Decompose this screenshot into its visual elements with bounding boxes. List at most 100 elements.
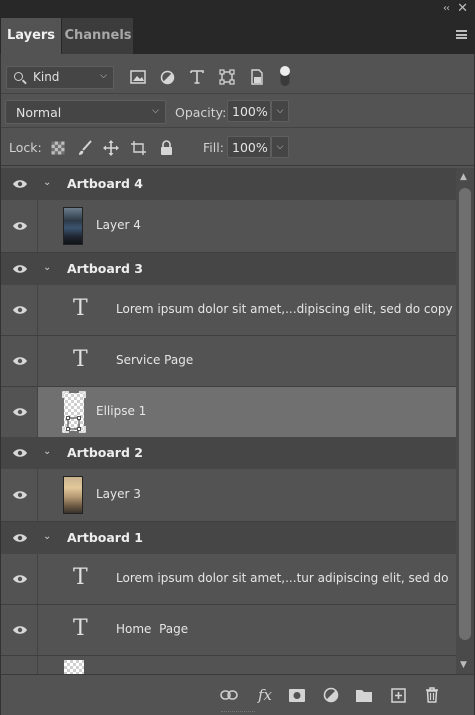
collapse-panel-icon[interactable]: ‹‹ — [443, 3, 450, 14]
filter-toggle-icon[interactable] — [275, 64, 295, 88]
close-panel-icon[interactable]: ✕ — [457, 1, 468, 16]
eye-icon[interactable] — [11, 623, 29, 637]
new-group-icon[interactable] — [353, 684, 375, 706]
layer-row[interactable]: Layer 3 — [1, 469, 456, 521]
layer-thumbnail — [63, 476, 83, 514]
layer-group-row[interactable]: ⌄ Artboard 1 — [1, 522, 456, 554]
opacity-input[interactable]: 100% — [227, 100, 271, 122]
blend-row: Normal ⌵ Opacity: 100% ⌵ — [1, 94, 474, 128]
lock-position-icon[interactable] — [102, 139, 120, 157]
fx-icon[interactable]: fx — [254, 684, 276, 706]
shape-thumbnail — [62, 391, 86, 433]
chevron-down-icon: ⌵ — [100, 71, 107, 81]
chevron-down-icon[interactable]: ⌄ — [43, 262, 51, 273]
image-filter-icon[interactable] — [128, 66, 148, 88]
tab-layers[interactable]: Layers — [1, 18, 61, 54]
lock-transparent-icon[interactable] — [49, 139, 67, 157]
chevron-down-icon[interactable]: ⌄ — [43, 531, 51, 542]
visibility-cell — [1, 168, 38, 200]
lock-row: Lock: Fill: 100% ⌵ — [1, 128, 474, 166]
shape-thumbnail — [64, 660, 84, 674]
panel-menu-icon[interactable] — [456, 30, 467, 39]
filter-kind-label: Kind — [33, 70, 60, 84]
adjustment-filter-icon[interactable] — [157, 66, 177, 88]
layer-row[interactable]: T Lorem ipsum dolor sit amet,...dipiscin… — [1, 285, 456, 335]
smart-object-filter-icon[interactable] — [247, 66, 267, 88]
eye-icon[interactable] — [11, 262, 29, 276]
visibility-cell — [1, 554, 38, 604]
chevron-down-icon: ⌵ — [152, 106, 159, 116]
new-layer-icon[interactable] — [387, 684, 409, 706]
layer-name: Layer 4 — [96, 218, 141, 232]
layer-group-row[interactable]: ⌄ Artboard 4 — [1, 168, 456, 200]
chevron-down-icon[interactable]: ⌄ — [43, 446, 51, 457]
layer-name: Ellipse 1 — [96, 404, 147, 418]
tab-bar: Layers Channels — [0, 18, 475, 54]
layer-row[interactable]: Layer 4 — [1, 200, 456, 252]
visibility-cell — [1, 336, 38, 386]
eye-icon[interactable] — [11, 531, 29, 545]
delete-icon[interactable] — [421, 684, 443, 706]
visibility-cell — [1, 522, 38, 554]
lock-image-icon[interactable] — [76, 139, 94, 157]
link-layers-icon[interactable] — [218, 684, 240, 706]
layer-row-selected[interactable]: Ellipse 1 — [1, 387, 456, 437]
visibility-cell — [1, 437, 38, 469]
layer-group-row[interactable]: ⌄ Artboard 2 — [1, 437, 456, 469]
visibility-cell — [1, 200, 38, 252]
eye-icon[interactable] — [11, 303, 29, 317]
adjustment-layer-icon[interactable] — [320, 684, 342, 706]
text-layer-icon: T — [73, 347, 88, 372]
layer-name: Home Page — [116, 622, 189, 636]
lock-all-icon[interactable] — [157, 139, 175, 157]
scroll-up-icon[interactable]: ▲ — [460, 172, 467, 182]
visibility-cell — [1, 253, 38, 285]
visibility-cell — [1, 387, 38, 437]
eye-icon[interactable] — [11, 219, 29, 233]
filter-kind-dropdown[interactable]: Kind ⌵ — [6, 66, 114, 89]
fill-input[interactable]: 100% — [227, 136, 271, 158]
tab-channels[interactable]: Channels — [62, 18, 134, 54]
layer-row[interactable]: T Service Page — [1, 336, 456, 386]
opacity-dropdown-button[interactable]: ⌵ — [271, 100, 289, 122]
eye-icon[interactable] — [11, 177, 29, 191]
filter-row: Kind ⌵ — [1, 54, 474, 94]
opacity-label: Opacity: — [175, 105, 227, 120]
add-mask-icon[interactable] — [286, 684, 308, 706]
layer-name: Artboard 1 — [67, 530, 143, 545]
layer-row[interactable] — [1, 656, 456, 674]
visibility-cell — [1, 605, 38, 655]
lock-artboard-icon[interactable] — [129, 139, 147, 157]
resize-grip[interactable] — [221, 711, 255, 713]
scrollbar-thumb[interactable] — [459, 188, 471, 640]
layers-list: ⌄ Artboard 4 Layer 4 ⌄ Artboard 3 T Lore… — [1, 168, 456, 674]
blend-mode-value: Normal — [16, 105, 62, 120]
blend-mode-dropdown[interactable]: Normal ⌵ — [5, 100, 166, 124]
eye-icon[interactable] — [11, 488, 29, 502]
scroll-down-icon[interactable]: ▼ — [460, 660, 467, 670]
eye-icon[interactable] — [11, 354, 29, 368]
type-filter-icon[interactable] — [187, 66, 207, 88]
fill-dropdown-button[interactable]: ⌵ — [271, 136, 289, 158]
eye-icon[interactable] — [11, 405, 29, 419]
lock-label: Lock: — [9, 140, 42, 155]
layer-row[interactable]: T Lorem ipsum dolor sit amet,...tur adip… — [1, 554, 456, 604]
layers-scrollbar[interactable]: ▲ ▼ — [456, 168, 474, 674]
visibility-cell — [1, 469, 38, 521]
layer-name: Lorem ipsum dolor sit amet,...tur adipis… — [116, 571, 449, 585]
layer-name: Lorem ipsum dolor sit amet,...dipiscing … — [116, 302, 453, 316]
text-layer-icon: T — [73, 565, 88, 590]
chevron-down-icon[interactable]: ⌄ — [43, 177, 51, 188]
layer-thumbnail — [63, 207, 83, 245]
layer-name: Artboard 4 — [67, 176, 143, 191]
eye-icon[interactable] — [11, 446, 29, 460]
shape-filter-icon[interactable] — [217, 66, 237, 88]
layer-name: Artboard 3 — [67, 261, 143, 276]
panel-topbar: ‹‹ ✕ — [0, 0, 475, 18]
eye-icon[interactable] — [11, 572, 29, 586]
layer-row[interactable]: T Home Page — [1, 605, 456, 655]
text-layer-icon: T — [73, 616, 88, 641]
layer-group-row[interactable]: ⌄ Artboard 3 — [1, 253, 456, 285]
bottom-toolbar: fx — [1, 674, 474, 715]
visibility-cell — [1, 285, 38, 335]
